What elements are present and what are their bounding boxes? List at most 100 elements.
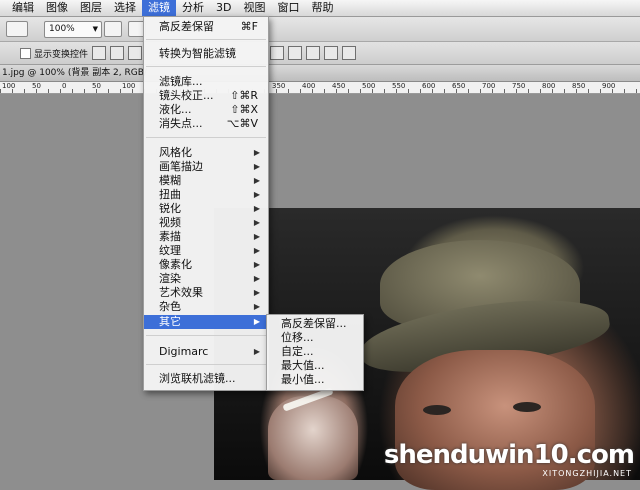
distribute-middle-icon[interactable] — [288, 46, 302, 60]
menu-help[interactable]: 帮助 — [305, 0, 339, 16]
menu-item-label: 消失点... — [159, 117, 203, 130]
menu-bar: 编辑 图像 图层 选择 滤镜 分析 3D 视图 窗口 帮助 — [0, 0, 640, 17]
menu-item-distort[interactable]: 扭曲 ▶ — [144, 188, 268, 202]
menu-item-vanishing-point[interactable]: 消失点... ⌥⌘V — [144, 117, 268, 131]
ruler-label: 350 — [272, 82, 286, 90]
menu-separator — [146, 364, 266, 365]
menu-item-texture[interactable]: 纹理 ▶ — [144, 244, 268, 258]
submenu-arrow-icon: ▶ — [253, 218, 260, 227]
menu-item-label: 滤镜库... — [159, 75, 203, 88]
document-tab[interactable]: 1.jpg @ 100% (背景 副本 2, RGB/ — [0, 65, 640, 82]
menu-edit[interactable]: 编辑 — [0, 0, 40, 16]
ruler-label: 750 — [512, 82, 526, 90]
menu-item-sketch[interactable]: 素描 ▶ — [144, 230, 268, 244]
distribute-buttons — [270, 46, 356, 60]
ruler-label: 0 — [62, 82, 67, 90]
menu-separator — [146, 39, 266, 40]
submenu-item-high-pass[interactable]: 高反差保留... — [267, 317, 363, 331]
ruler-label: 650 — [452, 82, 466, 90]
ruler-label: 900 — [602, 82, 616, 90]
menu-item-label: 扭曲 — [159, 188, 181, 201]
ruler-label: 550 — [392, 82, 406, 90]
menu-item-other[interactable]: 其它 ▶ — [144, 315, 268, 329]
hand-tool-button[interactable] — [104, 21, 122, 37]
menu-item-digimarc[interactable]: Digimarc ▶ — [144, 345, 268, 359]
align-bottom-icon[interactable] — [128, 46, 142, 60]
menu-item-liquify[interactable]: 液化... ⇧⌘X — [144, 103, 268, 117]
menu-item-artistic[interactable]: 艺术效果 ▶ — [144, 286, 268, 300]
photo-eye — [423, 405, 451, 415]
submenu-arrow-icon: ▶ — [253, 204, 260, 213]
ruler-label: 600 — [422, 82, 436, 90]
auto-transform-toggle[interactable]: 显示变换控件 — [20, 47, 88, 60]
options-bar: 100% ▼ — [0, 17, 640, 42]
menu-window[interactable]: 窗口 — [271, 0, 305, 16]
tool-preset-button[interactable] — [6, 21, 28, 37]
distribute-top-icon[interactable] — [270, 46, 284, 60]
zoom-select[interactable]: 100% ▼ — [44, 21, 102, 38]
submenu-arrow-icon: ▶ — [253, 246, 260, 255]
submenu-arrow-icon: ▶ — [253, 232, 260, 241]
chevron-down-icon: ▼ — [92, 25, 98, 33]
menu-item-shortcut: ⌘F — [240, 20, 258, 33]
ruler-label: 50 — [92, 82, 101, 90]
submenu-item-custom[interactable]: 自定... — [267, 345, 363, 359]
submenu-arrow-icon: ▶ — [253, 274, 260, 283]
menu-item-last-filter[interactable]: 高反差保留 ⌘F — [144, 20, 268, 34]
submenu-item-maximum[interactable]: 最大值... — [267, 359, 363, 373]
menu-separator — [146, 66, 266, 67]
horizontal-ruler[interactable]: 100 50 0 50 100 350 400 450 500 550 600 … — [0, 82, 640, 94]
menu-item-label: 镜头校正... — [159, 89, 214, 102]
ruler-label: 450 — [332, 82, 346, 90]
menu-select[interactable]: 选择 — [108, 0, 142, 16]
menu-item-sharpen[interactable]: 锐化 ▶ — [144, 202, 268, 216]
menu-filter[interactable]: 滤镜 — [142, 0, 176, 16]
menu-layer[interactable]: 图层 — [74, 0, 108, 16]
menu-item-stylize[interactable]: 风格化 ▶ — [144, 146, 268, 160]
menu-item-video[interactable]: 视频 ▶ — [144, 216, 268, 230]
menu-item-noise[interactable]: 杂色 ▶ — [144, 300, 268, 314]
distribute-bottom-icon[interactable] — [306, 46, 320, 60]
submenu-arrow-icon: ▶ — [253, 347, 260, 356]
menu-item-convert-smart-filter[interactable]: 转换为智能滤镜 — [144, 47, 268, 61]
align-middle-icon[interactable] — [110, 46, 124, 60]
menu-item-pixelate[interactable]: 像素化 ▶ — [144, 258, 268, 272]
transform-checkbox[interactable] — [20, 48, 31, 59]
ruler-label: 500 — [362, 82, 376, 90]
submenu-item-offset[interactable]: 位移... — [267, 331, 363, 345]
document-title: 1.jpg @ 100% (背景 副本 2, RGB/ — [2, 68, 147, 78]
menu-image[interactable]: 图像 — [40, 0, 74, 16]
submenu-item-minimum[interactable]: 最小值... — [267, 373, 363, 387]
watermark-subtitle: XITONGZHIJIA.NET — [542, 469, 632, 478]
menu-item-label: 像素化 — [159, 258, 192, 271]
menu-item-label: 转换为智能滤镜 — [159, 47, 236, 60]
other-submenu: 高反差保留... 位移... 自定... 最大值... 最小值... — [266, 314, 364, 391]
distribute-center-icon[interactable] — [342, 46, 356, 60]
menu-view[interactable]: 视图 — [237, 0, 271, 16]
auto-transform-label: 显示变换控件 — [34, 50, 89, 60]
menu-item-label: Digimarc — [159, 345, 209, 358]
menu-item-label: 浏览联机滤镜... — [159, 372, 236, 385]
menu-item-render[interactable]: 渲染 ▶ — [144, 272, 268, 286]
align-top-icon[interactable] — [92, 46, 106, 60]
photo-hand — [268, 396, 358, 480]
distribute-left-icon[interactable] — [324, 46, 338, 60]
menu-item-label: 高反差保留 — [159, 20, 214, 33]
filter-menu: 高反差保留 ⌘F 转换为智能滤镜 滤镜库... 镜头校正... ⇧⌘R 液化..… — [143, 16, 269, 391]
menu-item-lens-correction[interactable]: 镜头校正... ⇧⌘R — [144, 89, 268, 103]
menu-item-filter-gallery[interactable]: 滤镜库... — [144, 75, 268, 89]
submenu-arrow-icon: ▶ — [253, 148, 260, 157]
menu-item-blur[interactable]: 模糊 ▶ — [144, 174, 268, 188]
menu-item-brush-strokes[interactable]: 画笔描边 ▶ — [144, 160, 268, 174]
menu-separator — [146, 335, 266, 336]
menu-item-label: 视频 — [159, 216, 181, 229]
menu-3d[interactable]: 3D — [210, 0, 237, 16]
menu-analysis[interactable]: 分析 — [176, 0, 210, 16]
submenu-arrow-icon: ▶ — [253, 190, 260, 199]
ruler-label: 100 — [2, 82, 16, 90]
submenu-arrow-icon: ▶ — [253, 162, 260, 171]
menu-item-label: 锐化 — [159, 202, 181, 215]
submenu-arrow-icon: ▶ — [253, 176, 260, 185]
menu-item-label: 渲染 — [159, 272, 181, 285]
menu-item-browse-online[interactable]: 浏览联机滤镜... — [144, 372, 268, 386]
